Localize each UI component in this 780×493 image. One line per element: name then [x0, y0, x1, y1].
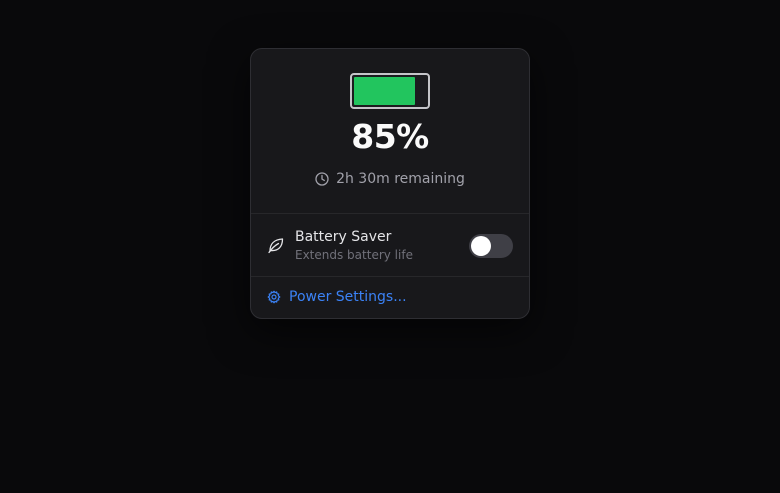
battery-status-section: 85% 2h 30m remaining: [251, 49, 529, 214]
battery-icon: [350, 73, 430, 109]
battery-saver-toggle[interactable]: [469, 234, 513, 258]
battery-saver-row[interactable]: Battery Saver Extends battery life: [251, 214, 529, 277]
toggle-knob: [471, 236, 491, 256]
battery-level-fill: [354, 77, 415, 105]
power-settings-link[interactable]: Power Settings...: [251, 277, 529, 317]
battery-percentage: 85%: [351, 117, 429, 156]
leaf-icon: [268, 238, 284, 254]
time-remaining: 2h 30m remaining: [251, 171, 529, 187]
battery-popover: 85% 2h 30m remaining Battery Saver Exten…: [250, 48, 530, 319]
battery-saver-description: Extends battery life: [295, 248, 413, 262]
clock-icon: [315, 172, 329, 186]
time-remaining-label: 2h 30m remaining: [336, 171, 465, 187]
battery-saver-title: Battery Saver: [295, 229, 392, 245]
gear-icon: [267, 290, 281, 304]
power-settings-label[interactable]: Power Settings...: [289, 289, 407, 305]
